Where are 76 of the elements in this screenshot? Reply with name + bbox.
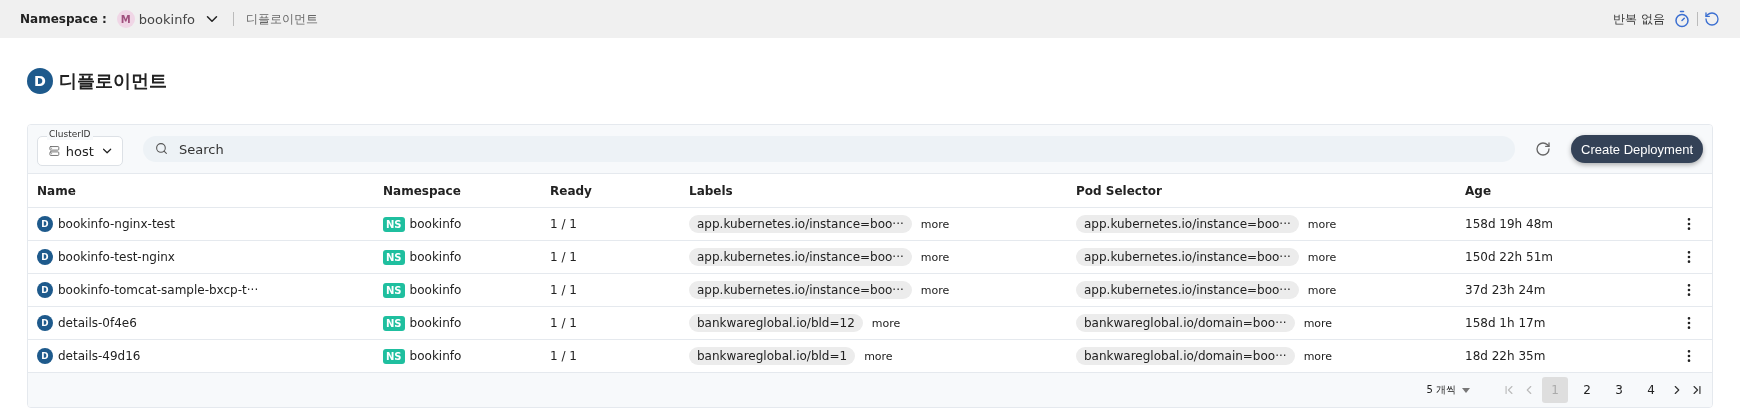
column-header: Pod Selector (1067, 174, 1456, 208)
last-page-icon[interactable] (1690, 383, 1704, 397)
page-button[interactable]: 3 (1606, 377, 1632, 403)
age-cell: 158d 19h 48m (1456, 208, 1672, 241)
namespace-name: bookinfo (409, 217, 462, 231)
repeat-label: 반복 없음 (1613, 10, 1665, 28)
selector-chip: app.kubernetes.io/instance=boo··· (1076, 248, 1299, 266)
label-chip: bankwareglobal.io/bld=12 (689, 314, 863, 332)
cluster-label: ClusterID (47, 129, 93, 140)
refresh-icon[interactable] (1535, 141, 1551, 157)
age-cell: 150d 22h 51m (1456, 241, 1672, 274)
more-link[interactable]: more (920, 217, 950, 231)
more-link[interactable]: more (1303, 316, 1333, 330)
namespace-badge: NS (383, 315, 405, 331)
page-title: 디플로이먼트 (59, 69, 167, 93)
more-link[interactable]: more (920, 283, 950, 297)
namespace-name: bookinfo (409, 349, 462, 363)
selector-chip: bankwareglobal.io/domain=boo··· (1076, 314, 1295, 332)
create-deployment-button[interactable]: Create Deployment (1571, 135, 1703, 163)
deployment-badge: D (37, 216, 53, 232)
deployment-name[interactable]: bookinfo-test-nginx (58, 250, 175, 264)
selector-chip: bankwareglobal.io/domain=boo··· (1076, 347, 1295, 365)
selector-chip: app.kubernetes.io/instance=boo··· (1076, 215, 1299, 233)
label-chip: app.kubernetes.io/instance=boo··· (689, 215, 912, 233)
namespace-name[interactable]: bookinfo (138, 11, 195, 27)
namespace-badge: NS (383, 249, 405, 265)
namespace-name: bookinfo (409, 316, 462, 330)
namespace-badge: NS (383, 216, 405, 232)
ready-cell: 1 / 1 (541, 208, 680, 241)
page-size-select[interactable]: 5 개씩 (1426, 383, 1456, 397)
namespace-badge: NS (383, 348, 405, 364)
age-cell: 37d 23h 24m (1456, 274, 1672, 307)
ready-cell: 1 / 1 (541, 274, 680, 307)
page-button[interactable]: 4 (1638, 377, 1664, 403)
more-link[interactable]: more (1307, 217, 1337, 231)
more-link[interactable]: more (871, 316, 901, 330)
label-chip: app.kubernetes.io/instance=boo··· (689, 248, 912, 266)
cluster-value: host (65, 143, 94, 159)
deployment-badge: D (27, 68, 53, 94)
deployment-name[interactable]: details-0f4e6 (58, 316, 137, 330)
deployment-badge: D (37, 348, 53, 364)
label-chip: app.kubernetes.io/instance=boo··· (689, 281, 912, 299)
more-link[interactable]: more (1307, 283, 1337, 297)
cluster-select[interactable]: host (37, 136, 123, 166)
column-header: Labels (680, 174, 1067, 208)
column-header: Namespace (374, 174, 541, 208)
deployment-badge: D (37, 249, 53, 265)
ready-cell: 1 / 1 (541, 241, 680, 274)
deployment-badge: D (37, 315, 53, 331)
namespace-name: bookinfo (409, 250, 462, 264)
ready-cell: 1 / 1 (541, 307, 680, 340)
selector-chip: app.kubernetes.io/instance=boo··· (1076, 281, 1299, 299)
deployment-name[interactable]: details-49d16 (58, 349, 141, 363)
stopwatch-icon[interactable] (1673, 10, 1691, 28)
deployment-badge: D (37, 282, 53, 298)
namespace-badge: NS (383, 282, 405, 298)
namespace-avatar: M (116, 10, 135, 28)
column-header: Ready (541, 174, 680, 208)
undo-icon[interactable] (1704, 11, 1720, 27)
more-link[interactable]: more (1303, 349, 1333, 363)
caret-down-icon[interactable] (1462, 387, 1470, 393)
page-button[interactable]: 2 (1574, 377, 1600, 403)
age-cell: 158d 1h 17m (1456, 307, 1672, 340)
search-icon (155, 142, 168, 155)
namespace-name: bookinfo (409, 283, 462, 297)
more-link[interactable]: more (864, 349, 893, 363)
column-header: Age (1456, 174, 1672, 208)
namespace-label: Namespace : (20, 12, 107, 26)
search-field[interactable]: Search (143, 136, 1515, 162)
label-chip: bankwareglobal.io/bld=1 (689, 347, 856, 365)
more-link[interactable]: more (920, 250, 950, 264)
deployment-name[interactable]: bookinfo-nginx-test (58, 217, 175, 231)
more-link[interactable]: more (1307, 250, 1337, 264)
column-header: Name (28, 174, 374, 208)
breadcrumb: 디플로이먼트 (245, 10, 318, 28)
deployment-name[interactable]: bookinfo-tomcat-sample-bxcp-t··· (58, 283, 259, 297)
